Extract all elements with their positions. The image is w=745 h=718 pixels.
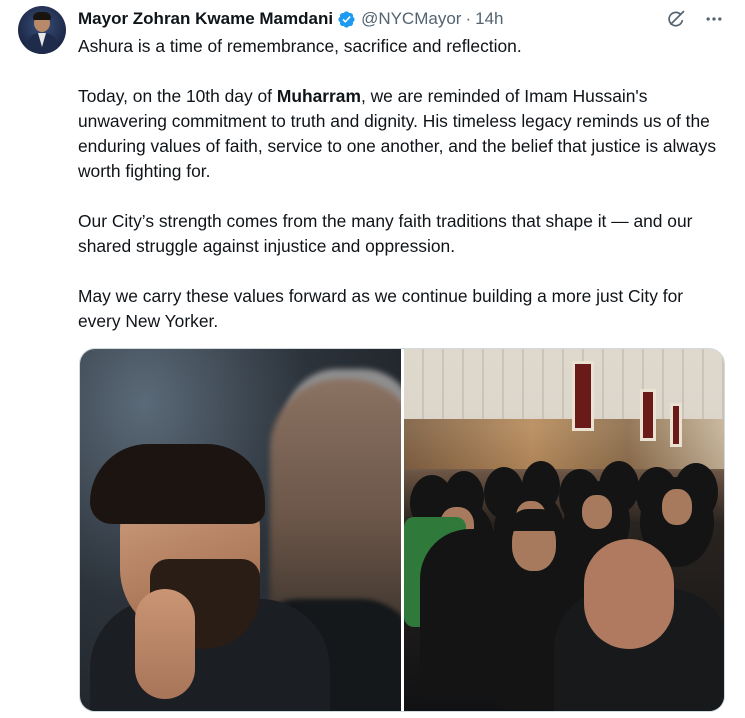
post-time[interactable]: 14h [475, 9, 503, 29]
author-handle[interactable]: @NYCMayor [361, 9, 461, 29]
media-grid [79, 348, 725, 712]
crowd-face [661, 489, 692, 525]
more-icon[interactable] [703, 8, 725, 30]
grok-icon[interactable] [665, 8, 687, 30]
header-separator: · [465, 9, 472, 28]
older-man-head [583, 539, 674, 649]
hall-banner [669, 403, 682, 447]
tweet-actions-top [665, 8, 725, 30]
hall-banner [571, 361, 594, 431]
photo-closeup[interactable] [80, 349, 401, 711]
foreground-man-hair [90, 444, 265, 524]
tweet-paragraph-3: Our City’s strength comes from the many … [78, 211, 693, 256]
crowd-face [581, 495, 612, 529]
tweet-paragraph-2-start: Today, on the 10th day of [78, 86, 277, 106]
avatar[interactable] [18, 6, 66, 54]
tweet-text: Ashura is a time of remembrance, sacrifi… [78, 34, 728, 334]
verified-badge-icon [337, 10, 356, 29]
hall-banner [639, 389, 656, 441]
tweet-paragraph-2: Today, on the 10th day of Muharram, we a… [78, 84, 728, 184]
author-name[interactable]: Mayor Zohran Kwame Mamdani [78, 9, 333, 29]
tweet-paragraph-4: May we carry these values forward as we … [78, 286, 684, 331]
tweet-header: Mayor Zohran Kwame Mamdani @NYCMayor · 1… [78, 8, 504, 30]
tweet-paragraph-1: Ashura is a time of remembrance, sacrifi… [78, 36, 522, 56]
bold-muharram: Muharram [276, 86, 361, 106]
avatar-hair-shape [33, 12, 51, 20]
crowd-hair [509, 509, 558, 531]
photo-congregation[interactable] [403, 349, 724, 711]
foreground-man-hand [135, 589, 195, 699]
